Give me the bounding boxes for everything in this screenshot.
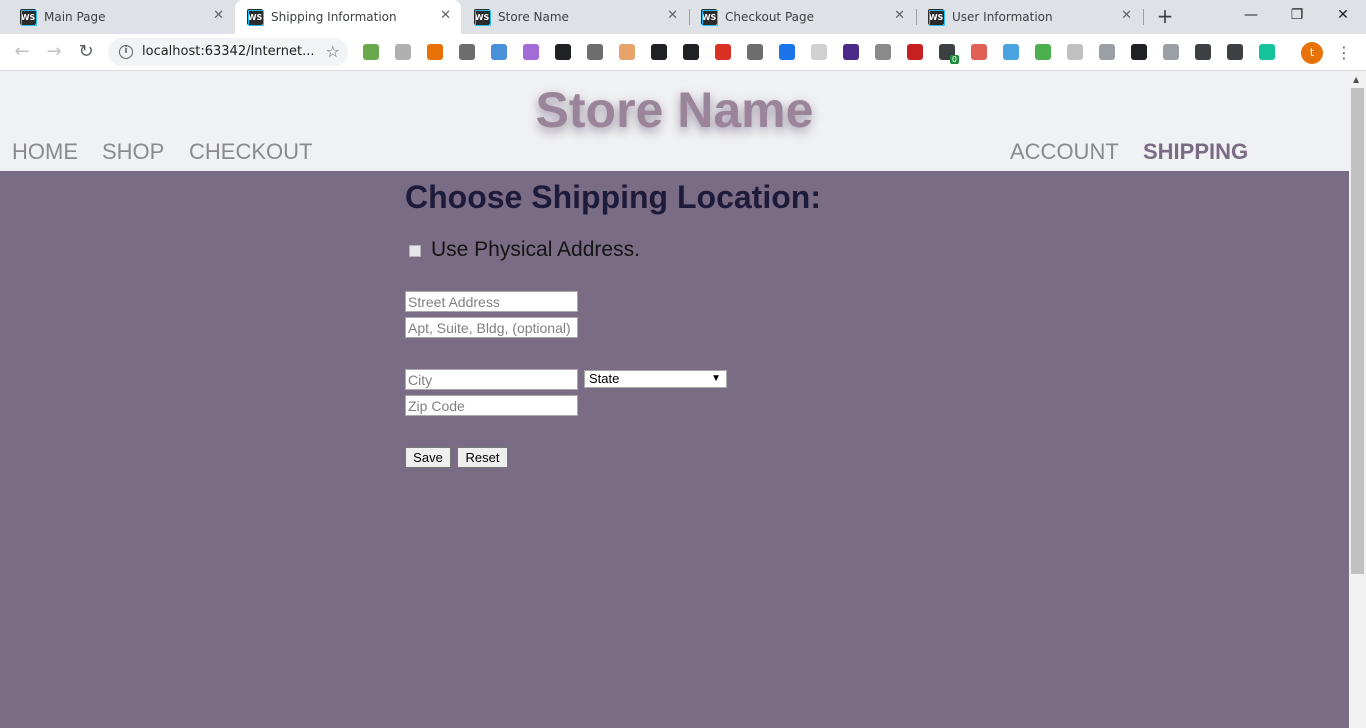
nav-home[interactable]: HOME <box>12 139 78 165</box>
bookmark-star-icon[interactable]: ☆ <box>326 42 340 61</box>
nav-checkout[interactable]: CHECKOUT <box>189 139 312 165</box>
browser-menu-icon[interactable]: ⋮ <box>1336 42 1352 64</box>
extension-icon[interactable] <box>1259 44 1275 60</box>
extension-icon[interactable] <box>715 44 731 60</box>
extension-icon[interactable] <box>395 44 411 60</box>
checkbox-label: Use Physical Address. <box>431 238 640 261</box>
tab-store-name[interactable]: WS Store Name ✕ <box>462 0 688 34</box>
extension-icon[interactable] <box>1099 44 1115 60</box>
extension-icon[interactable] <box>1195 44 1211 60</box>
extension-icon[interactable] <box>651 44 667 60</box>
extension-icon[interactable] <box>747 44 763 60</box>
nav-shop[interactable]: SHOP <box>102 139 164 165</box>
city-input[interactable] <box>405 369 578 390</box>
state-select[interactable]: State ▼ <box>584 370 727 388</box>
extension-icon[interactable] <box>1067 44 1083 60</box>
extension-icon[interactable] <box>363 44 379 60</box>
back-button[interactable]: ← <box>12 42 32 62</box>
extension-icon[interactable] <box>683 44 699 60</box>
street-address-input[interactable] <box>405 291 578 312</box>
extension-icon[interactable] <box>1163 44 1179 60</box>
extension-icon[interactable] <box>587 44 603 60</box>
profile-avatar[interactable]: t <box>1301 42 1323 64</box>
close-icon[interactable]: ✕ <box>440 8 451 23</box>
zip-code-input[interactable] <box>405 395 578 416</box>
close-icon[interactable]: ✕ <box>213 8 224 23</box>
new-tab-button[interactable]: + <box>1154 5 1176 27</box>
tab-title: Shipping Information <box>271 10 397 24</box>
extension-icon[interactable] <box>459 44 475 60</box>
extension-icon[interactable] <box>1003 44 1019 60</box>
info-icon[interactable]: i <box>119 45 133 59</box>
forward-button[interactable]: → <box>44 42 64 62</box>
page-scrollbar[interactable]: ▲ <box>1349 71 1366 728</box>
url-text[interactable]: localhost:63342/Internet... <box>142 44 315 59</box>
page-title: Choose Shipping Location: <box>405 179 821 215</box>
extension-icon[interactable] <box>523 44 539 60</box>
extension-icon[interactable] <box>555 44 571 60</box>
extension-icon[interactable] <box>427 44 443 60</box>
extension-icon[interactable] <box>907 44 923 60</box>
extension-icon[interactable] <box>491 44 507 60</box>
close-icon[interactable]: ✕ <box>894 8 905 23</box>
scroll-up-arrow-icon[interactable]: ▲ <box>1353 75 1359 84</box>
webstorm-icon: WS <box>701 9 718 26</box>
extension-icon[interactable] <box>843 44 859 60</box>
extension-icon[interactable] <box>971 44 987 60</box>
extension-icon[interactable] <box>1035 44 1051 60</box>
tab-shipping-information[interactable]: WS Shipping Information ✕ <box>235 0 461 34</box>
webstorm-icon: WS <box>247 9 264 26</box>
extension-icon[interactable] <box>811 44 827 60</box>
extension-icon[interactable] <box>779 44 795 60</box>
extension-icon[interactable] <box>619 44 635 60</box>
site-header: Store Name HOME SHOP CHECKOUT ACCOUNT SH… <box>0 71 1349 171</box>
nav-account[interactable]: ACCOUNT <box>1010 139 1119 165</box>
webstorm-icon: WS <box>474 9 491 26</box>
webstorm-icon: WS <box>20 9 37 26</box>
address-bar[interactable]: i localhost:63342/Internet... ☆ <box>108 38 348 66</box>
close-icon[interactable]: ✕ <box>667 8 678 23</box>
tab-user-information[interactable]: WS User Information ✕ <box>916 0 1142 34</box>
extension-icon[interactable] <box>1227 44 1243 60</box>
nav-shipping[interactable]: SHIPPING <box>1143 139 1248 165</box>
use-physical-address-checkbox[interactable] <box>409 245 421 257</box>
extension-badge: 0 <box>949 55 959 64</box>
state-select-value: State <box>589 371 620 386</box>
save-button[interactable]: Save <box>405 447 451 468</box>
tab-strip: WS Main Page ✕ WS Shipping Information ✕… <box>0 0 1366 34</box>
tab-checkout-page[interactable]: WS Checkout Page ✕ <box>689 0 915 34</box>
tab-title: Main Page <box>44 10 106 24</box>
extension-icon[interactable]: 0 <box>939 44 959 64</box>
tab-title: Store Name <box>498 10 569 24</box>
reload-button[interactable]: ↻ <box>76 42 96 62</box>
webstorm-icon: WS <box>928 9 945 26</box>
tab-title: Checkout Page <box>725 10 815 24</box>
close-icon[interactable]: ✕ <box>1121 8 1132 23</box>
restore-button[interactable]: ❐ <box>1274 0 1320 30</box>
extension-icon[interactable] <box>1131 44 1147 60</box>
scrollbar-thumb[interactable] <box>1351 88 1364 574</box>
tab-divider <box>1143 9 1144 25</box>
extension-icon[interactable] <box>875 44 891 60</box>
store-name-title: Store Name <box>535 82 814 138</box>
tab-main-page[interactable]: WS Main Page ✕ <box>8 0 234 34</box>
close-window-button[interactable]: ✕ <box>1320 0 1366 30</box>
tab-title: User Information <box>952 10 1053 24</box>
reset-button[interactable]: Reset <box>457 447 508 468</box>
apt-suite-input[interactable] <box>405 317 578 338</box>
minimize-button[interactable]: — <box>1228 0 1274 30</box>
dropdown-arrow-icon: ▼ <box>711 373 721 384</box>
